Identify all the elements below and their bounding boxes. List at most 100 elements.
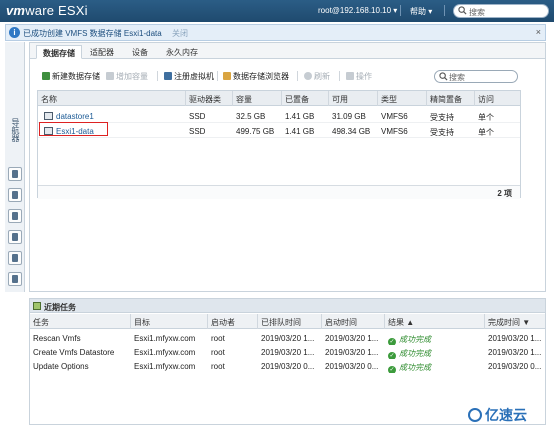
- datastore-search-input[interactable]: 搜索: [434, 70, 518, 83]
- column-header-type[interactable]: 类型: [378, 91, 427, 106]
- column-header-result[interactable]: 结果 ▲: [385, 314, 485, 329]
- divider: [339, 71, 340, 81]
- free-cell: 498.34 GB: [332, 127, 371, 136]
- new-datastore-icon: [42, 72, 50, 80]
- search-placeholder: 搜索: [449, 73, 465, 82]
- column-header-target[interactable]: 目标: [131, 314, 208, 329]
- task-started-cell: 2019/03/20 0...: [325, 362, 379, 371]
- success-check-icon: ✓: [388, 352, 396, 359]
- actions-button[interactable]: 操作: [346, 71, 372, 82]
- user-menu[interactable]: root@192.168.10.10 ▾: [318, 6, 397, 15]
- close-icon[interactable]: ×: [536, 27, 541, 37]
- info-icon: i: [9, 27, 20, 38]
- task-queued-cell: 2019/03/20 1...: [261, 348, 315, 357]
- increase-capacity-button[interactable]: 增加容量: [106, 71, 148, 82]
- drive-type-cell: SSD: [189, 127, 206, 136]
- task-target-cell: Esxi1.mfyxw.com: [134, 362, 196, 371]
- thin-provisioning-cell: 受支持: [430, 113, 454, 122]
- task-initiator-cell: root: [211, 348, 225, 357]
- datastore-icon: [44, 112, 53, 120]
- task-target-cell: Esxi1.mfyxw.com: [134, 348, 196, 357]
- register-vm-icon: [164, 72, 172, 80]
- column-header-queued[interactable]: 已排队时间: [258, 314, 322, 329]
- tab-persistent-memory[interactable]: 永久内存: [160, 45, 204, 59]
- provisioned-cell: 1.41 GB: [285, 127, 315, 136]
- datastore-browser-button[interactable]: 数据存储浏览器: [223, 71, 289, 82]
- recent-tasks-header[interactable]: 近期任务: [30, 299, 545, 313]
- notification-message: 已成功创建 VMFS 数据存储 Esxi1-data: [23, 29, 162, 38]
- register-vm-button[interactable]: 注册虚拟机: [164, 71, 214, 82]
- host-icon[interactable]: [8, 167, 22, 181]
- storage-icon[interactable]: [8, 251, 22, 265]
- navigator-label[interactable]: 导航器: [10, 118, 21, 142]
- column-header-name[interactable]: 名称: [38, 91, 186, 106]
- column-header-thin-provisioning[interactable]: 精简置备: [427, 91, 475, 106]
- divider: [444, 5, 445, 16]
- register-vm-label: 注册虚拟机: [174, 72, 214, 81]
- task-target-cell: Esxi1.mfyxw.com: [134, 334, 196, 343]
- access-cell: 单个: [478, 128, 494, 137]
- manage-icon[interactable]: [8, 188, 22, 202]
- monitor-icon[interactable]: [8, 209, 22, 223]
- navigator-sidebar: 导航器: [5, 42, 25, 292]
- top-bar: vmware ESXi root@192.168.10.10 ▾ 帮助 ▾ 搜索: [0, 0, 554, 22]
- column-header-free[interactable]: 可用: [329, 91, 378, 106]
- help-menu[interactable]: 帮助 ▾: [410, 6, 432, 17]
- task-result-cell: ✓ 成功完成: [385, 331, 485, 345]
- datastore-name-cell[interactable]: datastore1: [41, 109, 186, 123]
- task-row[interactable]: Rescan Vmfs Esxi1.mfyxw.com root 2019/03…: [30, 331, 545, 345]
- free-cell: 31.09 GB: [332, 112, 366, 121]
- column-header-started[interactable]: 启动时间: [322, 314, 385, 329]
- header-search-input[interactable]: 搜索: [453, 4, 549, 18]
- access-cell: 单个: [478, 113, 494, 122]
- column-header-access[interactable]: 访问: [475, 91, 520, 106]
- column-header-task[interactable]: 任务: [30, 314, 131, 329]
- notification-close-link[interactable]: 关闭: [172, 28, 188, 39]
- task-queued-cell: 2019/03/20 0...: [261, 362, 315, 371]
- watermark-icon: [468, 408, 482, 422]
- thin-provisioning-cell: 受支持: [430, 128, 454, 137]
- task-row[interactable]: Update Options Esxi1.mfyxw.com root 2019…: [30, 359, 545, 373]
- column-header-provisioned[interactable]: 已置备: [282, 91, 329, 106]
- column-header-drive-type[interactable]: 驱动器类: [186, 91, 233, 106]
- watermark-logo: 亿速云: [468, 405, 527, 425]
- new-datastore-button[interactable]: 新建数据存储: [42, 71, 100, 82]
- task-completed-cell: 2019/03/20 1...: [488, 348, 542, 357]
- networking-icon[interactable]: [8, 272, 22, 286]
- datastore-link[interactable]: datastore1: [56, 112, 94, 121]
- highlight-box: [39, 122, 108, 136]
- column-header-completed[interactable]: 完成时间 ▼: [485, 314, 545, 329]
- column-header-capacity[interactable]: 容量: [233, 91, 282, 106]
- table-row[interactable]: datastore1 SSD 32.5 GB 1.41 GB 31.09 GB …: [38, 109, 520, 123]
- tab-datastores[interactable]: 数据存储: [36, 45, 82, 59]
- search-placeholder: 搜索: [469, 8, 485, 17]
- refresh-button[interactable]: 刷新: [304, 71, 330, 82]
- divider: [400, 5, 401, 16]
- capacity-cell: 499.75 GB: [236, 127, 275, 136]
- divider: [217, 71, 218, 81]
- tasks-icon: [33, 302, 41, 310]
- task-name-cell: Rescan Vmfs: [33, 334, 81, 343]
- task-started-cell: 2019/03/20 1...: [325, 334, 379, 343]
- vmware-esxi-logo: vmware ESXi: [6, 3, 88, 18]
- table-header: 名称 驱动器类 容量 已置备 可用 类型 精简置备 访问: [38, 91, 520, 106]
- tab-devices[interactable]: 设备: [126, 45, 154, 59]
- tab-adapters[interactable]: 适配器: [84, 45, 120, 59]
- success-notification: i 已成功创建 VMFS 数据存储 Esxi1-data 关闭 ×: [5, 24, 546, 41]
- gear-icon: [346, 72, 354, 80]
- column-header-initiator[interactable]: 启动者: [208, 314, 258, 329]
- success-check-icon: ✓: [388, 366, 396, 373]
- task-completed-cell: 2019/03/20 1...: [488, 334, 542, 343]
- task-row[interactable]: Create Vmfs Datastore Esxi1.mfyxw.com ro…: [30, 345, 545, 359]
- datastore-table: 名称 驱动器类 容量 已置备 可用 类型 精简置备 访问 datastore1 …: [37, 90, 521, 199]
- task-queued-cell: 2019/03/20 1...: [261, 334, 315, 343]
- task-name-cell: Update Options: [33, 362, 89, 371]
- item-count: 2 项: [497, 189, 512, 198]
- storage-panel: 数据存储 适配器 设备 永久内存 新建数据存储 增加容量 注册虚拟机 数据存储浏…: [29, 42, 546, 292]
- virtual-machines-icon[interactable]: [8, 230, 22, 244]
- table-row[interactable]: Esxi1-data SSD 499.75 GB 1.41 GB 498.34 …: [38, 124, 520, 138]
- task-name-cell: Create Vmfs Datastore: [33, 348, 115, 357]
- increase-capacity-label: 增加容量: [116, 72, 148, 81]
- success-check-icon: ✓: [388, 338, 396, 345]
- divider: [157, 71, 158, 81]
